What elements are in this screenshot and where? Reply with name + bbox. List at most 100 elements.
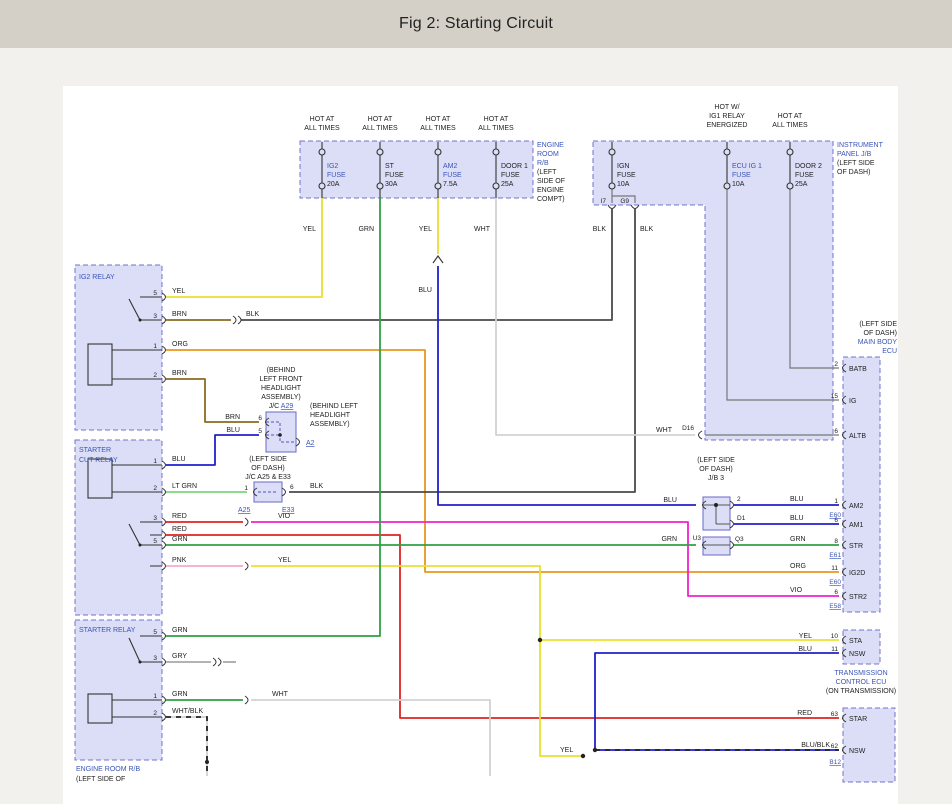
svg-text:R/B[interactable]: R/B xyxy=(537,160,549,167)
pin-number: 3 xyxy=(153,515,157,522)
svg-text:PANEL J/B[interactable]: PANEL J/B xyxy=(837,151,872,158)
wire-label: RED xyxy=(172,513,187,520)
pin-label-d16: D16 xyxy=(682,425,694,432)
svg-text:(LEFT SIDE: (LEFT SIDE xyxy=(837,160,875,167)
wire-label: GRN xyxy=(172,627,188,634)
transmission-ecu-box xyxy=(843,630,880,664)
wire-label: YEL xyxy=(560,747,573,754)
pin-number: 5 xyxy=(153,290,157,297)
pin-number: 2 xyxy=(153,710,157,717)
figure-title: Fig 2: Starting Circuit xyxy=(399,15,553,33)
pin-number: 2 xyxy=(153,372,157,379)
ecu-pin-str2: STR2 xyxy=(849,594,867,601)
fuse-amps: 20A xyxy=(327,181,340,188)
connector-link-a25[interactable]: A25 xyxy=(238,507,251,514)
ecu-pin-batb: BATB xyxy=(849,366,867,373)
hot-label: ALL TIMES xyxy=(772,122,808,129)
pin-number: 10 xyxy=(831,633,839,640)
hot-label: ENERGIZED xyxy=(707,122,748,129)
fuse-amps: 25A xyxy=(795,181,808,188)
connector-link-b12[interactable]: B12 xyxy=(829,759,841,766)
wire-label: GRN xyxy=(172,536,188,543)
engine-room-rb-bottom-title[interactable]: ENGINE ROOM R/B xyxy=(76,766,141,773)
svg-text:MAIN BODY[interactable]: MAIN BODY xyxy=(858,339,898,346)
page: Fig 2: Starting Circuit xyxy=(0,0,952,804)
wire-label: LT GRN xyxy=(172,483,197,490)
wire-label: BRN xyxy=(172,370,187,377)
fuse-kind: FUSE xyxy=(795,172,814,179)
connector-link-e33[interactable]: E33 xyxy=(282,507,295,514)
pin-number: 5 xyxy=(153,538,157,545)
fuse-name-link[interactable]: IG2 xyxy=(327,163,338,170)
pin-number: 6 xyxy=(834,589,838,596)
starter-cut-relay-title[interactable]: STARTER xyxy=(79,447,111,454)
connector-link-e58[interactable]: E58 xyxy=(829,603,841,610)
wire-label: PNK xyxy=(172,557,187,564)
hot-label: ALL TIMES xyxy=(420,125,456,132)
jb3-box-2 xyxy=(703,537,730,555)
hot-label: ALL TIMES xyxy=(478,125,514,132)
hot-label: ALL TIMES xyxy=(362,125,398,132)
fuse-kind[interactable]: FUSE xyxy=(443,172,462,179)
starter-relay-title[interactable]: STARTER RELAY xyxy=(79,627,136,634)
pin-number: 3 xyxy=(153,655,157,662)
pin-number: 15 xyxy=(831,393,839,400)
ecu-pin-altb: ALTB xyxy=(849,433,866,440)
svg-text:(ON TRANSMISSION): (ON TRANSMISSION) xyxy=(826,688,896,695)
connector-link-e60b[interactable]: E60 xyxy=(829,579,841,586)
hot-label: ALL TIMES xyxy=(304,125,340,132)
svg-text:CONTROL ECU[interactable]: CONTROL ECU xyxy=(836,679,887,686)
starter-relay-box xyxy=(75,620,162,760)
ecu-pin-ig2d: IG2D xyxy=(849,570,865,577)
wire-label: BLU xyxy=(226,427,240,434)
svg-text:OF DASH): OF DASH) xyxy=(699,466,732,473)
hot-label: HOT AT xyxy=(778,113,803,120)
svg-text:OF DASH): OF DASH) xyxy=(837,169,870,176)
pin-number: 2 xyxy=(153,485,157,492)
pin-number: U3 xyxy=(693,535,702,542)
svg-text:ENGINE: ENGINE xyxy=(537,187,564,194)
fuse-kind[interactable]: FUSE xyxy=(732,172,751,179)
pin-number: D1 xyxy=(737,515,746,522)
wire-label: BLU/BLK xyxy=(801,742,830,749)
svg-text:CUT RELAY[interactable]: CUT RELAY xyxy=(79,457,118,464)
transmission-ecu-title[interactable]: TRANSMISSION xyxy=(834,670,887,677)
fuse-kind: FUSE xyxy=(385,172,404,179)
fuse-amps: 7.5A xyxy=(443,181,458,188)
wire-label: BLU xyxy=(172,456,186,463)
wire-label: BLK xyxy=(593,226,607,233)
wire-label: BLU xyxy=(790,496,804,503)
fuse-amps: 25A xyxy=(501,181,514,188)
wire-label: BLU xyxy=(663,497,677,504)
hot-label: HOT AT xyxy=(368,116,393,123)
pin-label-g9: G9 xyxy=(620,198,629,205)
wire-label: BRN xyxy=(225,414,240,421)
fuse-name: IGN xyxy=(617,163,629,170)
svg-text:ROOM[interactable]: ROOM xyxy=(537,151,559,158)
wiring-diagram: HOT AT ALL TIMES HOT AT ALL TIMES HOT AT… xyxy=(0,48,952,804)
fuse-kind[interactable]: FUSE xyxy=(327,172,346,179)
wire-label: BLU xyxy=(798,646,812,653)
jc-a29-name: J/C A29 xyxy=(269,403,294,410)
pin-number: 1 xyxy=(834,498,838,505)
pin-number: 1 xyxy=(153,343,157,350)
fuse-name-link[interactable]: ECU IG 1 xyxy=(732,163,762,170)
wire-label: YEL xyxy=(799,633,812,640)
pin-number: Q3 xyxy=(735,536,744,543)
connector-link-a2[interactable]: A2 xyxy=(306,440,315,447)
hot-label: HOT AT xyxy=(484,116,509,123)
fuse-kind: FUSE xyxy=(617,172,636,179)
engine-room-rb-title[interactable]: ENGINE xyxy=(537,142,564,149)
wire-label: YEL xyxy=(172,288,185,295)
wire-label: WHT xyxy=(656,427,673,434)
fuse-name-link[interactable]: AM2 xyxy=(443,163,458,170)
svg-text:(LEFT SIDE OF: (LEFT SIDE OF xyxy=(76,776,125,783)
connector-link-e61[interactable]: E61 xyxy=(829,552,841,559)
svg-text:ECU[interactable]: ECU xyxy=(882,348,897,355)
ig2-relay-title[interactable]: IG2 RELAY xyxy=(79,274,115,281)
pin-number: 6 xyxy=(834,517,838,524)
pin-number: 63 xyxy=(831,711,839,718)
wire-label: GRN xyxy=(358,226,374,233)
instrument-panel-jb-title[interactable]: INSTRUMENT xyxy=(837,142,884,149)
pin-number: 6 xyxy=(834,428,838,435)
